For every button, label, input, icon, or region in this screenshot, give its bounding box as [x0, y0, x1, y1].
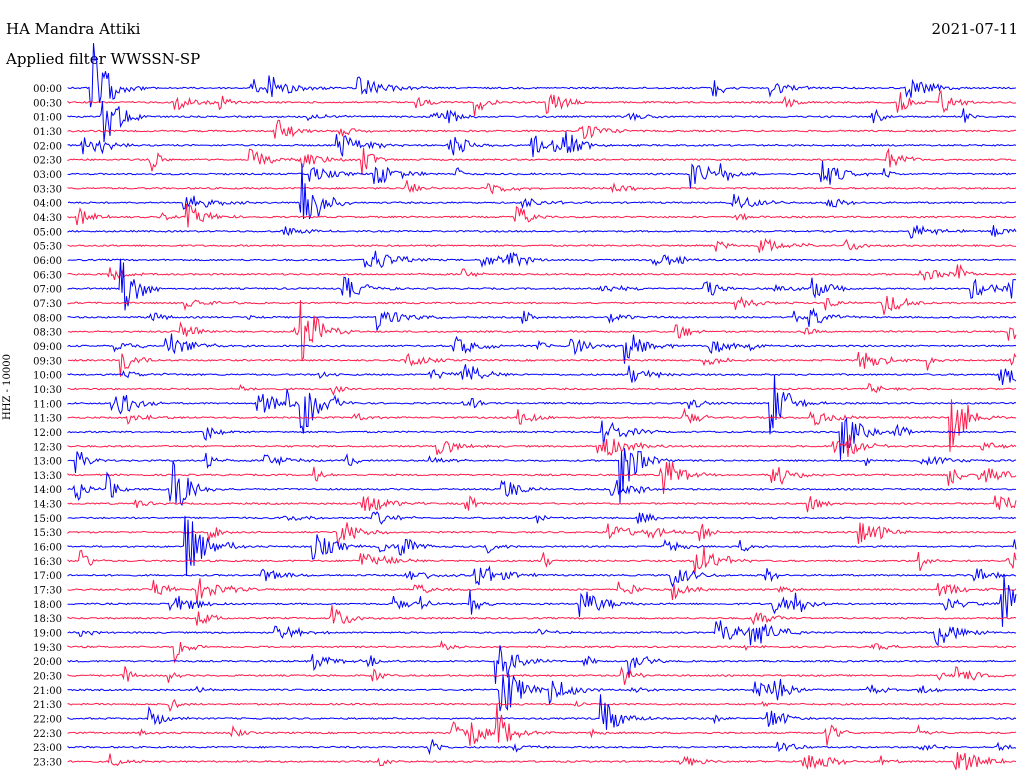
trace-row-1900 [67, 620, 1017, 647]
trace-row-0930 [68, 351, 1017, 377]
tick-label: 03:00 [33, 170, 62, 181]
tick-label: 22:00 [33, 715, 62, 726]
trace-row-1500 [67, 511, 1017, 525]
trace-row-1730 [67, 578, 1017, 603]
tick-label: 06:30 [33, 270, 62, 281]
tick-label: 08:30 [33, 328, 62, 339]
trace-row-0330 [67, 180, 1017, 195]
tick-label: 00:00 [33, 84, 62, 95]
trace-row-1130 [67, 399, 1017, 452]
tick-label: 14:00 [33, 485, 62, 496]
trace-row-2230 [67, 704, 1017, 746]
trace-row-2100 [67, 674, 1017, 712]
helicorder-plot: 00:00 00:30 01:00 01:30 02:00 02:30 03:00 03:30… [33, 43, 1017, 771]
trace-row-0230 [67, 147, 1017, 176]
trace-row-2330 [67, 752, 1017, 771]
tick-label: 12:30 [33, 442, 62, 453]
trace-row-1630 [67, 546, 1017, 574]
trace-row-0400 [67, 163, 1017, 220]
trace-row-0500 [67, 224, 1017, 239]
trace-row-0730 [67, 295, 1017, 315]
trace-row-1400 [67, 461, 1017, 507]
tick-label: 10:00 [33, 371, 62, 382]
trace-row-0000 [67, 43, 1017, 108]
tick-label: 20:00 [33, 657, 62, 668]
tick-label: 13:00 [33, 457, 62, 468]
tick-label: 19:00 [33, 629, 62, 640]
tick-label: 19:30 [33, 643, 62, 654]
tick-label: 02:30 [33, 156, 62, 167]
tick-label: 21:30 [33, 700, 62, 711]
tick-label: 12:00 [33, 428, 62, 439]
trace-row-2030 [67, 665, 1017, 685]
tick-label: 18:30 [33, 614, 62, 625]
trace-row-2130 [67, 698, 1017, 713]
tick-label: 15:30 [33, 528, 62, 539]
trace-row-2200 [67, 694, 1017, 730]
trace-row-0300 [67, 160, 1017, 189]
trace-row-0830 [67, 300, 1017, 362]
trace-row-0600 [67, 250, 1017, 269]
tick-label: 15:00 [33, 514, 62, 525]
tick-label: 09:00 [33, 342, 62, 353]
tick-label: 23:00 [33, 743, 62, 754]
tick-label: 05:30 [33, 242, 62, 253]
trace-row-1230 [67, 434, 1017, 458]
tick-label: 01:00 [33, 113, 62, 124]
trace-row-2000 [67, 645, 1017, 684]
tick-label: 04:00 [33, 199, 62, 210]
tick-label: 00:30 [33, 98, 62, 109]
tick-label: 07:00 [33, 285, 62, 296]
tick-label: 22:30 [33, 729, 62, 740]
tick-label: 10:30 [33, 385, 62, 396]
tick-label: 18:00 [33, 600, 62, 611]
trace-row-2300 [67, 739, 1017, 756]
tick-label: 06:00 [33, 256, 62, 267]
tick-label: 03:30 [33, 184, 62, 195]
tick-labels-group: 00:00 00:30 01:00 01:30 02:00 02:30 03:00 03:30… [33, 84, 62, 769]
trace-row-1000 [67, 364, 1017, 386]
trace-row-0900 [67, 333, 1017, 364]
tick-label: 08:00 [33, 313, 62, 324]
tick-label: 23:30 [33, 758, 62, 769]
tick-label: 16:00 [33, 543, 62, 554]
trace-row-1530 [67, 522, 1017, 547]
trace-row-1200 [67, 417, 1017, 460]
trace-row-0130 [67, 119, 1017, 140]
tick-label: 07:30 [33, 299, 62, 310]
tick-label: 05:00 [33, 227, 62, 238]
trace-row-1700 [67, 565, 1017, 588]
tick-label: 17:30 [33, 586, 62, 597]
trace-row-1030 [67, 382, 1016, 396]
trace-row-1430 [67, 495, 1017, 513]
tick-label: 11:30 [33, 414, 62, 425]
trace-row-1600 [67, 515, 1017, 577]
trace-row-0800 [67, 307, 1017, 331]
tick-label: 02:00 [33, 141, 62, 152]
tick-label: 17:00 [33, 571, 62, 582]
traces-group [67, 43, 1017, 771]
trace-row-0530 [67, 237, 1017, 253]
tick-label: 14:30 [33, 500, 62, 511]
tick-label: 01:30 [33, 127, 62, 138]
tick-label: 13:30 [33, 471, 62, 482]
tick-label: 21:00 [33, 686, 62, 697]
tick-label: 11:00 [33, 399, 62, 410]
trace-row-1100 [67, 374, 1017, 435]
trace-row-0430 [67, 203, 1017, 228]
trace-row-0100 [67, 101, 1016, 143]
tick-label: 09:30 [33, 356, 62, 367]
trace-row-1830 [67, 605, 1017, 626]
trace-row-0200 [67, 131, 1017, 158]
tick-label: 04:30 [33, 213, 62, 224]
trace-row-0030 [67, 89, 1017, 117]
trace-row-0630 [67, 263, 1017, 281]
trace-row-1930 [67, 639, 1017, 664]
tick-label: 20:30 [33, 672, 62, 683]
tick-label: 16:30 [33, 557, 62, 568]
